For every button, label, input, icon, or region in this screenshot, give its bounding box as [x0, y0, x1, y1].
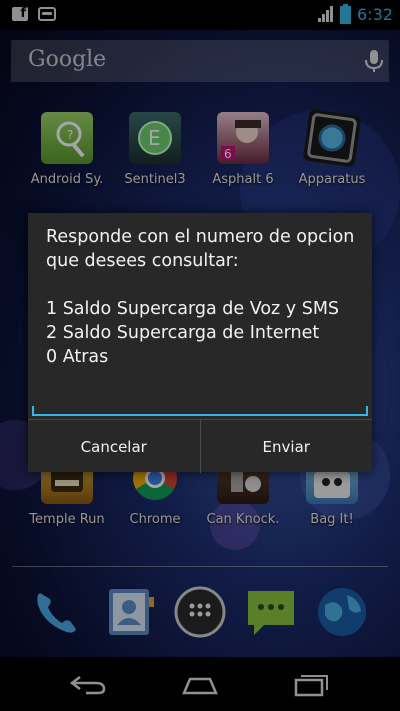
dialog-button-bar: Cancelar Enviar [28, 419, 372, 473]
send-button[interactable]: Enviar [199, 420, 373, 473]
dialog-message: Responde con el numero de opcion que des… [46, 227, 355, 367]
ussd-dialog: Responde con el numero de opcion que des… [28, 213, 372, 473]
response-input[interactable] [32, 402, 368, 416]
cancel-button[interactable]: Cancelar [28, 420, 200, 473]
